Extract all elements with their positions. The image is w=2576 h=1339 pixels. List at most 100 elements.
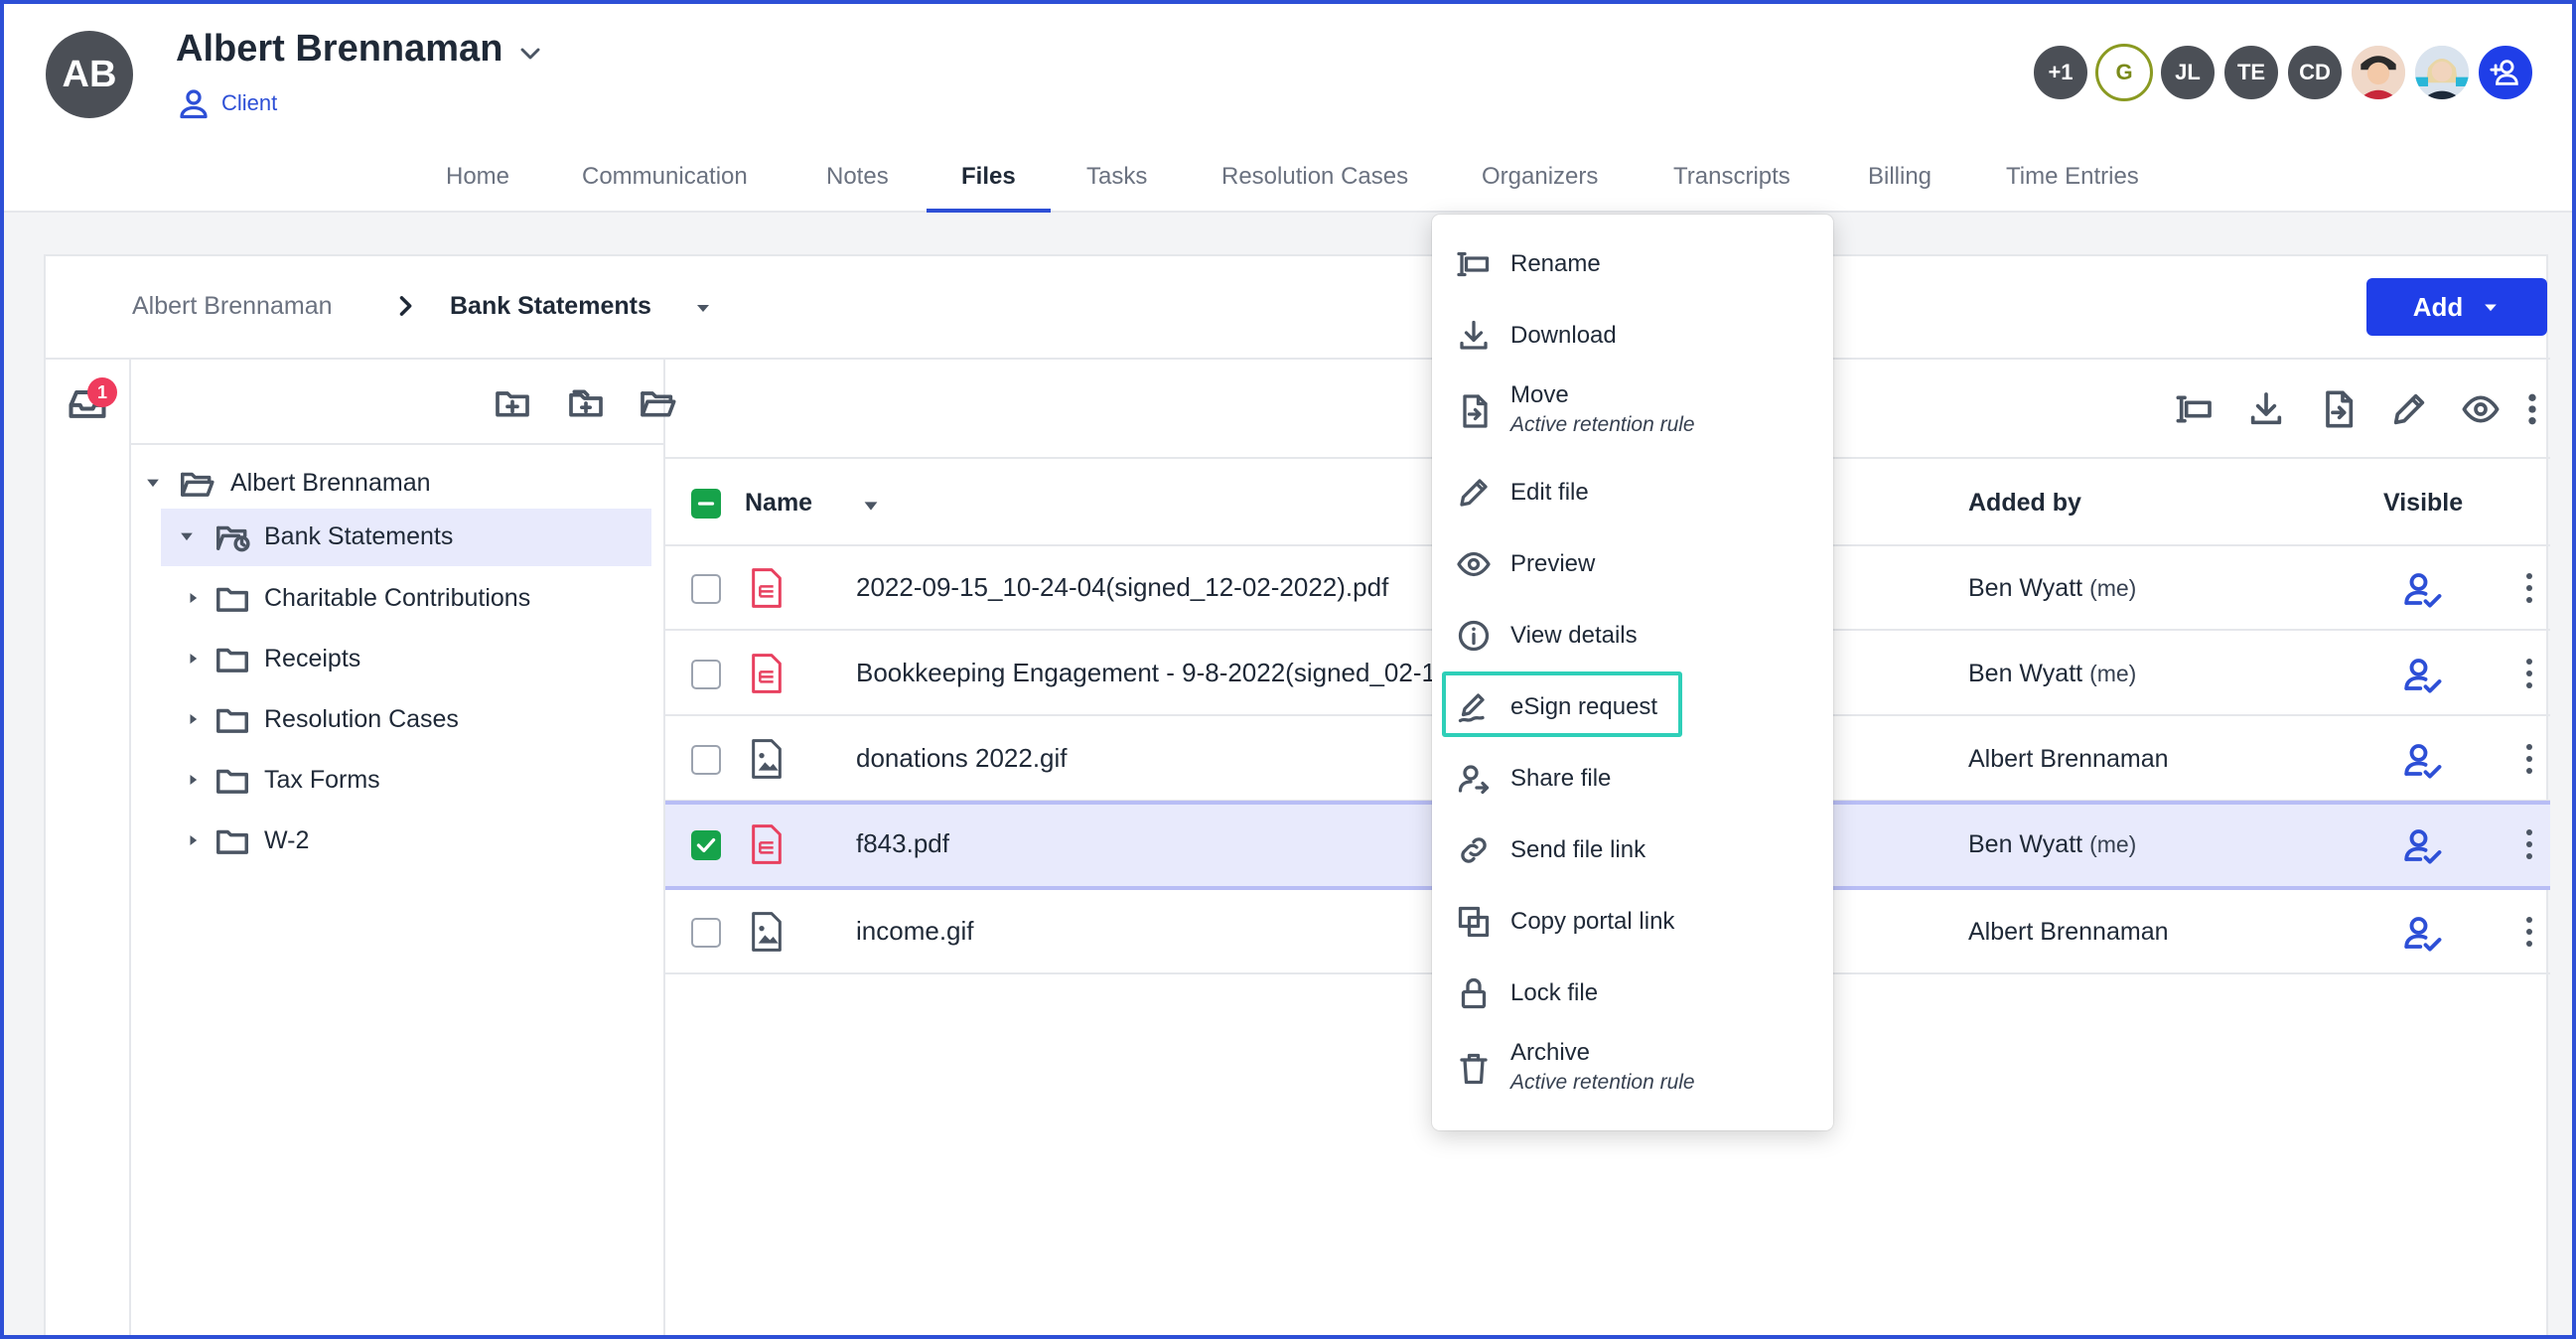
row-checkbox[interactable]: [691, 918, 721, 948]
new-folder-from-template-icon[interactable]: [566, 383, 606, 423]
person-photo-icon: [2352, 46, 2405, 99]
menu-item-sublabel: Active retention rule: [1510, 413, 1695, 436]
sort-caret-icon[interactable]: [860, 495, 882, 517]
download-icon[interactable]: [2246, 389, 2286, 429]
team-avatar-te[interactable]: TE: [2222, 44, 2280, 101]
row-more-options-icon[interactable]: [2524, 914, 2534, 950]
preview-eye-icon: [1457, 551, 1491, 577]
file-name[interactable]: Bookkeeping Engagement - 9-8-2022(signed…: [856, 658, 1459, 688]
client-role[interactable]: Client: [176, 85, 277, 121]
new-folder-icon[interactable]: [493, 383, 532, 423]
visible-to-client-icon[interactable]: [2401, 912, 2443, 954]
caret-right-icon[interactable]: [183, 588, 203, 608]
menu-item-edit-file[interactable]: Edit file: [1432, 457, 1833, 528]
caret-right-icon[interactable]: [183, 709, 203, 729]
edit-icon: [1460, 479, 1488, 507]
added-by: Albert Brennaman: [1968, 918, 2169, 947]
file-name[interactable]: 2022-09-15_10-24-04(signed_12-02-2022).p…: [856, 572, 1388, 603]
tree-item-resolution-cases[interactable]: Resolution Cases: [131, 691, 665, 749]
tree-toolbar: [131, 360, 676, 445]
tab-communication[interactable]: Communication: [582, 163, 748, 191]
team-avatar-photo-2[interactable]: [2413, 44, 2471, 101]
tree-item-charitable-contributions[interactable]: Charitable Contributions: [131, 570, 665, 628]
tab-resolution-cases[interactable]: Resolution Cases: [1221, 163, 1408, 191]
row-more-options-icon[interactable]: [2524, 656, 2534, 691]
file-name[interactable]: income.gif: [856, 916, 974, 947]
tab-notes[interactable]: Notes: [826, 163, 889, 191]
menu-item-download[interactable]: Download: [1432, 300, 1833, 372]
menu-item-view-details[interactable]: View details: [1432, 600, 1833, 671]
menu-item-label: Move: [1510, 381, 1569, 408]
user-icon: [180, 89, 208, 119]
team-avatar-cd[interactable]: CD: [2286, 44, 2344, 101]
tab-transcripts[interactable]: Transcripts: [1673, 163, 1790, 191]
row-more-options-icon[interactable]: [2524, 826, 2534, 862]
caret-right-icon[interactable]: [183, 649, 203, 669]
tab-tasks[interactable]: Tasks: [1086, 163, 1147, 191]
pdf-file-icon: [752, 654, 782, 693]
row-checkbox[interactable]: [691, 830, 721, 860]
visible-to-client-icon[interactable]: [2401, 654, 2443, 695]
menu-item-archive[interactable]: Archive Active retention rule: [1432, 1029, 1833, 1109]
tab-billing[interactable]: Billing: [1868, 163, 1932, 191]
visible-to-client-icon[interactable]: [2401, 739, 2443, 781]
menu-item-send-file-link[interactable]: Send file link: [1432, 815, 1833, 886]
tab-home[interactable]: Home: [446, 163, 509, 191]
edit-icon[interactable]: [2389, 389, 2429, 429]
added-by: Albert Brennaman: [1968, 745, 2169, 774]
add-button[interactable]: Add: [2366, 278, 2547, 336]
add-button-label: Add: [2412, 291, 2464, 322]
row-more-options-icon[interactable]: [2524, 570, 2534, 606]
client-avatar: AB: [46, 31, 133, 118]
menu-item-label: Copy portal link: [1510, 908, 1675, 935]
add-team-member-button[interactable]: [2477, 44, 2534, 101]
menu-item-rename[interactable]: Rename: [1432, 228, 1833, 300]
file-name[interactable]: f843.pdf: [856, 828, 949, 859]
tab-organizers[interactable]: Organizers: [1482, 163, 1598, 191]
chevron-down-icon[interactable]: [514, 38, 546, 70]
tree-item-tax-forms[interactable]: Tax Forms: [131, 752, 665, 810]
team-avatar-photo-1[interactable]: [2350, 44, 2407, 101]
tree-root-folder[interactable]: Albert Brennaman: [131, 455, 665, 513]
caret-down-icon[interactable]: [143, 473, 163, 493]
team-avatar-g[interactable]: G: [2095, 44, 2153, 101]
select-all-checkbox[interactable]: [691, 489, 721, 519]
visible-to-client-icon[interactable]: [2401, 568, 2443, 610]
preview-eye-icon[interactable]: [2461, 389, 2501, 429]
row-checkbox[interactable]: [691, 574, 721, 604]
tree-item-bank-statements[interactable]: Bank Statements: [161, 509, 651, 566]
menu-item-copy-portal-link[interactable]: Copy portal link: [1432, 886, 1833, 958]
more-options-icon[interactable]: [2522, 389, 2542, 429]
caret-right-icon[interactable]: [183, 830, 203, 850]
row-more-options-icon[interactable]: [2524, 741, 2534, 777]
breadcrumb-root[interactable]: Albert Brennaman: [132, 292, 333, 321]
folder-icon: [216, 648, 248, 672]
folder-icon: [216, 708, 248, 733]
tree-item-w2[interactable]: W-2: [131, 813, 665, 870]
menu-item-esign-request[interactable]: eSign request: [1432, 671, 1833, 743]
tab-time-entries[interactable]: Time Entries: [2006, 163, 2139, 191]
menu-item-preview[interactable]: Preview: [1432, 528, 1833, 600]
move-file-icon[interactable]: [2318, 389, 2358, 429]
tree-item-receipts[interactable]: Receipts: [131, 631, 665, 688]
menu-item-share-file[interactable]: Share file: [1432, 743, 1833, 815]
move-file-icon: [1463, 394, 1488, 428]
menu-item-move[interactable]: Move Active retention rule: [1432, 372, 1833, 451]
caret-down-icon[interactable]: [691, 296, 715, 320]
column-header-added-by[interactable]: Added by: [1968, 489, 2081, 518]
rename-icon[interactable]: [2175, 389, 2215, 429]
menu-item-lock-file[interactable]: Lock file: [1432, 958, 1833, 1029]
tab-files[interactable]: Files: [961, 163, 1016, 191]
row-checkbox[interactable]: [691, 660, 721, 689]
menu-item-label: Download: [1510, 322, 1617, 349]
column-header-visible[interactable]: Visible: [2383, 489, 2463, 518]
column-header-name[interactable]: Name: [745, 489, 812, 518]
caret-down-icon[interactable]: [177, 526, 197, 546]
file-name[interactable]: donations 2022.gif: [856, 743, 1068, 774]
team-avatar-more[interactable]: +1: [2032, 44, 2089, 101]
team-avatar-jl[interactable]: JL: [2159, 44, 2217, 101]
caret-right-icon[interactable]: [183, 770, 203, 790]
row-checkbox[interactable]: [691, 745, 721, 775]
files-panel: Albert Brennaman Bank Statements Add 1 A…: [44, 254, 2550, 1339]
visible-to-client-icon[interactable]: [2401, 824, 2443, 866]
